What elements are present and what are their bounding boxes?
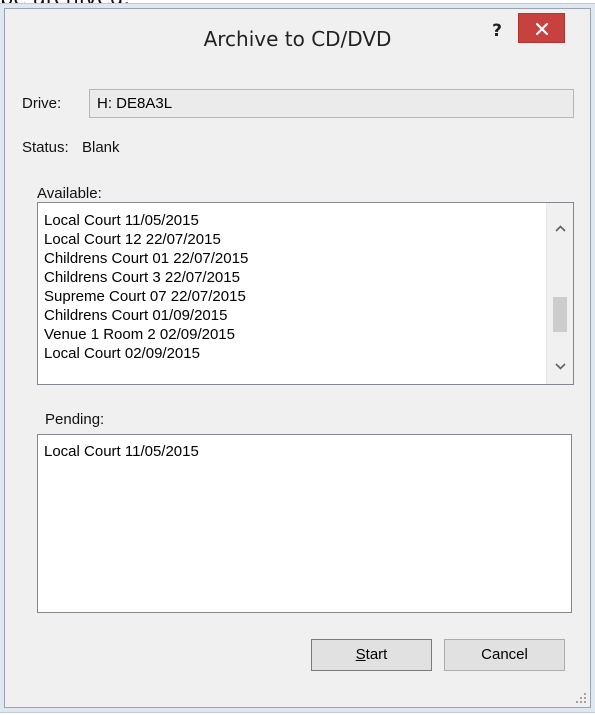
help-button[interactable]: ? [483, 19, 511, 43]
pending-list[interactable]: Local Court 11/05/2015 [37, 434, 572, 613]
list-item[interactable]: Local Court 02/09/2015 [38, 344, 538, 363]
close-icon [535, 22, 549, 36]
list-item[interactable]: Local Court 11/05/2015 [38, 211, 538, 230]
pending-label: Pending: [45, 411, 105, 428]
close-button[interactable] [518, 13, 565, 43]
available-scrollbar[interactable] [546, 203, 573, 384]
archive-dialog: Archive to CD/DVD ? Drive: H: DE8A3L Sta… [4, 8, 591, 708]
scroll-up-button[interactable] [547, 217, 573, 241]
title-bar[interactable]: Archive to CD/DVD ? [5, 9, 590, 65]
chevron-up-icon [555, 225, 566, 232]
scroll-thumb[interactable] [553, 297, 567, 332]
list-item[interactable]: Local Court 11/05/2015 [38, 442, 199, 461]
list-item[interactable]: Local Court 12 22/07/2015 [38, 230, 538, 249]
chevron-down-icon [555, 363, 566, 370]
status-label: Status: [22, 139, 69, 156]
start-button[interactable]: Start [311, 639, 432, 671]
list-item[interactable]: Childrens Court 3 22/07/2015 [38, 268, 538, 287]
drive-label: Drive: [22, 95, 62, 112]
available-label: Available: [37, 185, 102, 202]
list-item[interactable]: Supreme Court 07 22/07/2015 [38, 287, 538, 306]
start-label-rest: tart [365, 646, 388, 663]
status-value: Blank [82, 139, 120, 156]
cancel-button[interactable]: Cancel [444, 639, 565, 671]
scroll-down-button[interactable] [547, 354, 573, 378]
list-item[interactable]: Childrens Court 01/09/2015 [38, 306, 538, 325]
resize-grip-icon[interactable] [575, 692, 587, 704]
list-item[interactable]: Venue 1 Room 2 02/09/2015 [38, 325, 538, 344]
drive-field[interactable]: H: DE8A3L [89, 89, 574, 118]
list-item[interactable]: Childrens Court 01 22/07/2015 [38, 249, 538, 268]
available-list[interactable]: Local Court 11/05/2015 Local Court 12 22… [37, 202, 574, 385]
start-accelerator: S [355, 646, 366, 663]
